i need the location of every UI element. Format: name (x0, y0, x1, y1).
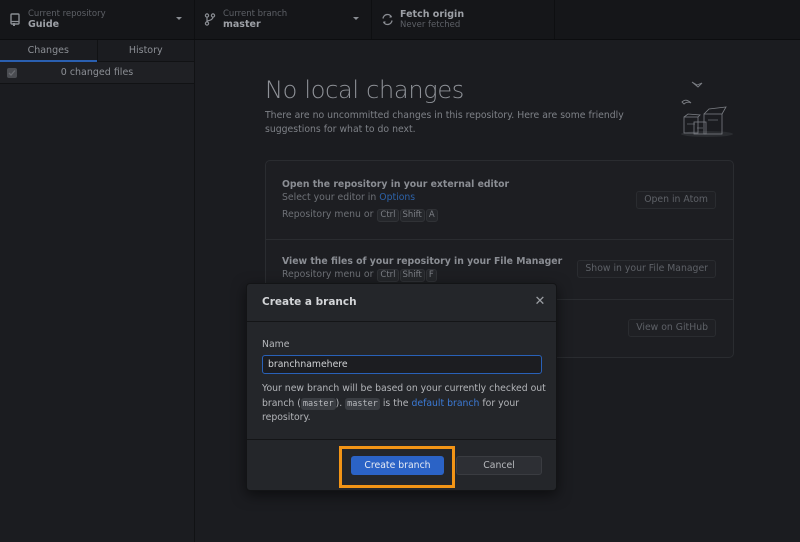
github-desktop-window: Current repository Guide Current branch … (0, 0, 800, 542)
dialog-title: Create a branch (262, 296, 357, 308)
default-branch-link[interactable]: default branch (411, 398, 479, 409)
highlight-annotation (339, 446, 455, 488)
branch-name-input[interactable] (262, 355, 542, 374)
branch-code: master (345, 397, 380, 410)
dialog-header: Create a branch ✕ (247, 284, 556, 322)
cancel-button[interactable]: Cancel (456, 456, 542, 475)
desc-text: ). (335, 397, 346, 409)
desc-text: is the (379, 397, 412, 409)
branch-description: Your new branch will be based on your cu… (262, 382, 547, 426)
close-icon[interactable]: ✕ (533, 295, 547, 309)
branch-code: master (300, 397, 336, 410)
name-label: Name (262, 339, 290, 350)
